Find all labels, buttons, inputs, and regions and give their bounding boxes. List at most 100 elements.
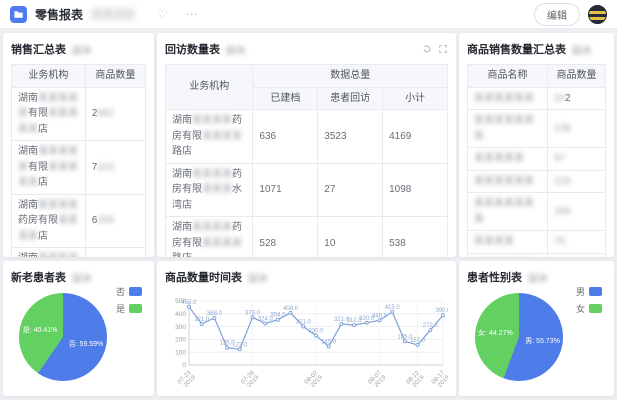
product-sales-body: 某某某某某某242某某某某某某某138某某某某某97某某某某某某215某某某某某… [468,87,606,257]
cell-text: 4169 [389,131,411,142]
page-title: 零售报表 [35,6,83,23]
point-label: 157.0 [410,338,426,344]
point-label: 390.0 [435,308,448,314]
table-cell: 6208 [85,194,145,248]
table-row: 湖南某某某某某有限某某某店5146 [12,248,146,258]
pie-slice-label: 男: 55.73% [525,336,560,346]
cell-text: 湖南 [172,222,192,233]
legend-swatch [129,304,142,313]
card-title-redacted: 副本 [248,270,268,285]
x-tick-label: 08-022019 [303,369,324,390]
table-cell: 76 [548,231,606,254]
table-cell: 138 [548,110,606,148]
redacted-text: 某某某某某某某 [474,115,534,142]
pie-slice-label: 女: 44.27% [478,328,513,338]
point-label: 349.0 [372,313,388,319]
table-cell: 2862 [85,87,145,141]
redacted-text: 某某某 [202,184,232,195]
cell-text: 636 [259,131,276,142]
redacted-text: 97 [554,153,565,164]
revisit-table: 业务机构 数据总量 已建档 患者回访 小计 湖南某某某某药房有限某某某某路店63… [165,64,448,257]
table-cell: 某某某某某某某 [468,110,548,148]
column-header-revisit: 患者回访 [318,87,383,110]
table-row: 某某某某某某215 [468,170,606,193]
cell-text: 湖南 [172,115,192,126]
redacted-text: 某某某某某某 [474,93,534,104]
table-cell: 183 [548,193,606,231]
table-cell: 1071 [253,163,318,217]
legend-item[interactable]: 女 [576,302,602,315]
sales-summary-body: 湖南某某某某某有限某某某某某店2862湖南某某某某某有限某某某某某店7315湖南… [12,87,146,257]
cell-text: 10 [324,238,335,249]
redacted-text: 某某某某 [192,222,232,233]
cell-text: 湖南 [18,253,38,257]
new-old-patients-pie-chart[interactable]: 否: 59.59%是: 40.41% [19,293,107,381]
table-cell: 某某某某 [468,231,548,254]
x-tick-label: 08-072019 [367,369,388,390]
redacted-text: 862 [97,108,114,119]
fullscreen-icon[interactable] [438,44,448,54]
table-cell: 湖南某某某某药房有限某某某某路店 [166,217,253,258]
more-menu-icon[interactable]: ⋯ [186,8,198,20]
redacted-text: 138 [554,123,571,134]
table-cell: 某某某某某某 [468,87,548,110]
edit-button[interactable]: 编辑 [534,3,580,26]
point-label: 321.0 [194,317,210,323]
table-cell: 湖南某某某某某有限某某某店 [12,248,86,258]
folder-icon [13,9,24,20]
legend-item[interactable]: 男 [576,285,602,298]
refresh-icon[interactable] [422,44,432,54]
table-cell: 某某某某某 [468,148,548,171]
page-title-redacted: 某某连锁 [91,6,135,22]
report-app-icon[interactable] [10,6,27,23]
table-cell: 1098 [383,163,448,217]
cell-text: 有限 [182,238,202,249]
card-title-redacted: 副本 [72,42,92,57]
y-tick-label: 200 [175,337,186,344]
cell-text: 店 [182,200,192,211]
table-row: 湖南某某某某某有限某某某某某店2862 [12,87,146,141]
card-title: 商品数量时间表 [165,269,242,285]
patient-gender-pie-chart[interactable]: 男: 55.73% 女: 44.27% [475,293,563,381]
point-label: 123.0 [232,342,248,348]
table-row: 湖南某某某某某有限某某某某某店7315 [12,141,146,195]
legend-label: 否 [116,285,125,298]
legend-item[interactable]: 否 [116,285,142,298]
column-header-filed: 已建档 [253,87,318,110]
favorite-heart-icon[interactable]: ♡ [157,8,168,20]
x-tick-label: 07-232019 [176,369,197,390]
cell-text: 店 [182,146,192,157]
column-header-org: 业务机构 [166,65,253,110]
table-row: 某某某某某某242 [468,87,606,110]
card-title-redacted: 副本 [528,270,548,285]
legend-label: 女 [576,302,585,315]
table-cell: 湖南某某某某药房有限某某某水湾店 [166,163,253,217]
card-title-redacted: 副本 [572,42,592,57]
pie-legend: 否是 [116,285,142,315]
redacted-text: 某某某某 [202,131,242,142]
legend-swatch [129,287,142,296]
user-avatar[interactable] [588,5,607,24]
card-title-redacted: 副本 [72,270,92,285]
cell-text: 店 [38,124,48,135]
product-sales-table: 商品名称 商品数量 某某某某某某242 某某某某某某某 138 某某某某某 97 某某某某… [467,64,606,257]
x-tick-label: 07-282019 [240,369,261,390]
redacted-text: 76 [554,236,565,247]
point-label: 145.0 [321,339,337,345]
table-cell: 某某某某某某某 [468,193,548,231]
legend-item[interactable]: 是 [116,302,142,315]
table-cell: 538 [383,217,448,258]
point-label: 354.0 [270,313,286,319]
cell-text: 3523 [324,131,346,142]
line-chart[interactable]: 07-23201907-28201908-02201908-07201908-1… [165,287,448,393]
column-header-name: 商品名称 [468,65,548,88]
column-header-qty: 商品数量 [548,65,606,88]
redacted-text: 315 [97,162,114,173]
new-old-patients-card: 新老患者表 副本 否是 否: 59.59%是: 40.41% [3,261,154,396]
cell-text: 有限 [28,108,48,119]
y-tick-label: 300 [175,324,186,331]
table-cell: 某某某某某某某某某某某 [468,253,548,257]
cell-text: 1098 [389,184,411,195]
cell-text: 店 [38,177,48,188]
table-cell: 27 [318,163,383,217]
